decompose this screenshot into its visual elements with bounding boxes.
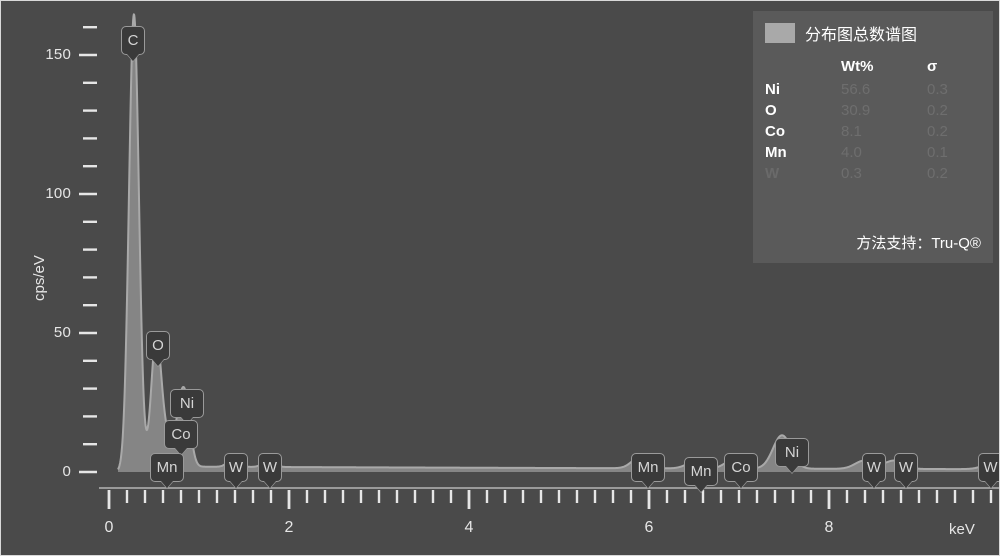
table-row[interactable]: W 0.3 0.2 [765, 163, 979, 184]
y-tick-label: 0 [62, 463, 71, 480]
cell-weight-percent: 4.0 [841, 144, 862, 161]
column-header-element [765, 57, 841, 79]
peak-marker-mn[interactable]: Mn [684, 457, 718, 486]
table-row[interactable]: Ni 56.6 0.3 [765, 79, 979, 100]
legend-method-footer: 方法支持：Tru-Q® [856, 235, 981, 252]
cell-weight-percent: 56.6 [841, 81, 871, 98]
x-tick-label: 4 [464, 519, 474, 536]
peak-marker-mn[interactable]: Mn [150, 453, 184, 482]
table-row[interactable]: O 30.9 0.2 [765, 100, 979, 121]
quant-results-table: Wt% σ Ni 56.6 0.3 O 30.9 0.2 Co 8.1 0.2 Mn 4.0 0.1 W… [765, 57, 979, 184]
cell-sigma: 0.1 [927, 144, 948, 161]
peak-marker-w[interactable]: W [894, 453, 918, 482]
cell-element: O [765, 102, 777, 119]
peak-marker-w[interactable]: W [978, 453, 999, 482]
y-tick-label: 150 [45, 46, 71, 63]
peak-marker-co[interactable]: Co [164, 420, 198, 449]
x-axis-unit-label: keV [949, 521, 975, 538]
cell-weight-percent: 0.3 [841, 165, 862, 182]
peak-marker-o[interactable]: O [146, 331, 170, 360]
peak-marker-c[interactable]: C [121, 26, 145, 55]
peak-marker-mn[interactable]: Mn [631, 453, 665, 482]
cell-sigma: 0.2 [927, 102, 948, 119]
legend-color-swatch [765, 23, 795, 43]
legend-series-title: 分布图总数谱图 [805, 27, 918, 44]
y-tick-label: 100 [45, 185, 71, 202]
x-tick-label: 2 [284, 519, 294, 536]
x-tick-label: 6 [644, 519, 654, 536]
eds-spectrum-viewer: cps/eV 0 50 100 150 02468 keV C O Ni Co Mn W W Mn M… [0, 0, 1000, 556]
x-tick-label: 0 [104, 519, 114, 536]
cell-element: Co [765, 123, 785, 140]
peak-marker-ni[interactable]: Ni [775, 438, 809, 467]
peak-marker-w[interactable]: W [224, 453, 248, 482]
legend-header: 分布图总数谱图 [765, 21, 979, 45]
column-header-sigma: σ [927, 58, 938, 75]
table-row[interactable]: Mn 4.0 0.1 [765, 142, 979, 163]
table-row[interactable]: Co 8.1 0.2 [765, 121, 979, 142]
cell-weight-percent: 30.9 [841, 102, 871, 119]
cell-element: W [765, 165, 780, 182]
peak-marker-w[interactable]: W [862, 453, 886, 482]
y-axis-title: cps/eV [31, 255, 48, 301]
cell-element: Ni [765, 81, 780, 98]
peak-marker-co[interactable]: Co [724, 453, 758, 482]
peak-marker-w[interactable]: W [258, 453, 282, 482]
cell-sigma: 0.3 [927, 81, 948, 98]
cell-sigma: 0.2 [927, 165, 948, 182]
x-tick-label: 8 [824, 519, 834, 536]
table-header-row: Wt% σ [765, 57, 979, 79]
column-header-wt: Wt% [841, 58, 874, 75]
y-tick-label: 50 [53, 324, 71, 341]
quant-results-legend-panel[interactable]: 分布图总数谱图 Wt% σ Ni 56.6 0.3 O 30.9 0.2 Co 8.1 0.2 M… [753, 11, 993, 263]
cell-weight-percent: 8.1 [841, 123, 862, 140]
cell-sigma: 0.2 [927, 123, 948, 140]
peak-marker-ni[interactable]: Ni [170, 389, 204, 418]
cell-element: Mn [765, 144, 787, 161]
